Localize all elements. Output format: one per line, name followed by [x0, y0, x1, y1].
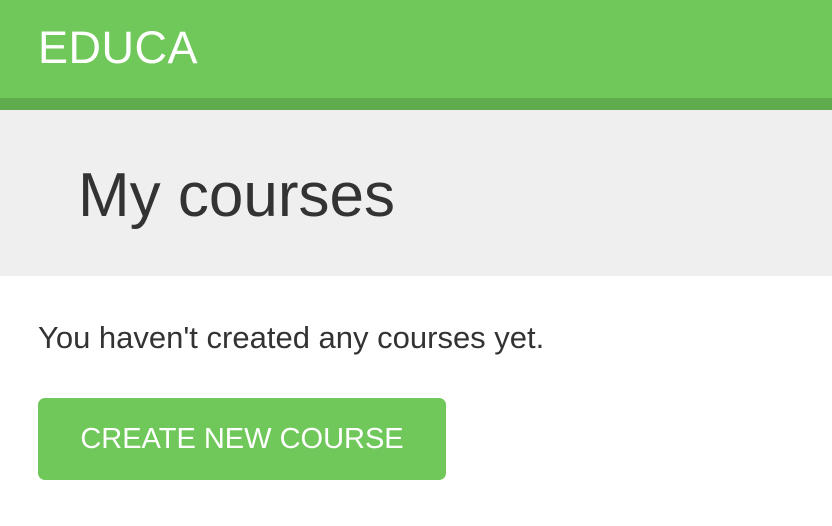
site-logo[interactable]: EDUCA [38, 20, 198, 76]
header-divider [0, 98, 832, 110]
create-new-course-button[interactable]: CREATE NEW COURSE [38, 398, 446, 480]
site-header: EDUCA [0, 0, 832, 98]
page-title: My courses [78, 161, 395, 230]
page-title-band: My courses [0, 110, 832, 276]
page: EDUCA My courses You haven't created any… [0, 0, 832, 526]
empty-courses-message: You haven't created any courses yet. [38, 320, 545, 355]
